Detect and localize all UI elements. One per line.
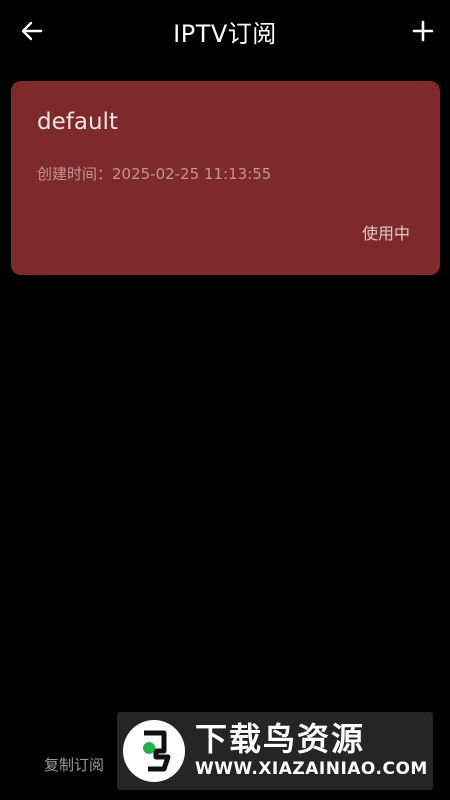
watermark-title: 下载鸟资源 xyxy=(195,720,366,758)
arrow-left-icon xyxy=(21,21,43,41)
bird-logo-icon xyxy=(123,720,185,782)
add-subscription-button[interactable] xyxy=(405,13,441,49)
subscription-created-time: 创建时间：2025-02-25 11:13:55 xyxy=(37,165,272,183)
watermark-text: 下载鸟资源 WWW.XIAZAINIAO.COM xyxy=(195,721,428,781)
subscription-status-badge: 使用中 xyxy=(361,224,410,243)
watermark-url: WWW.XIAZAINIAO.COM xyxy=(195,759,428,779)
watermark-banner: 下载鸟资源 WWW.XIAZAINIAO.COM xyxy=(117,712,433,790)
plus-icon xyxy=(412,20,434,42)
page-title: IPTV订阅 xyxy=(173,19,277,48)
iptv-subscription-screen: IPTV订阅 default 创建时间：2025-02-25 11:13:55 … xyxy=(0,0,450,800)
back-button[interactable] xyxy=(14,13,50,49)
subscription-name: default xyxy=(37,109,118,135)
top-bar: IPTV订阅 xyxy=(0,0,450,62)
copy-subscription-button[interactable]: 复制订阅 xyxy=(44,754,104,775)
